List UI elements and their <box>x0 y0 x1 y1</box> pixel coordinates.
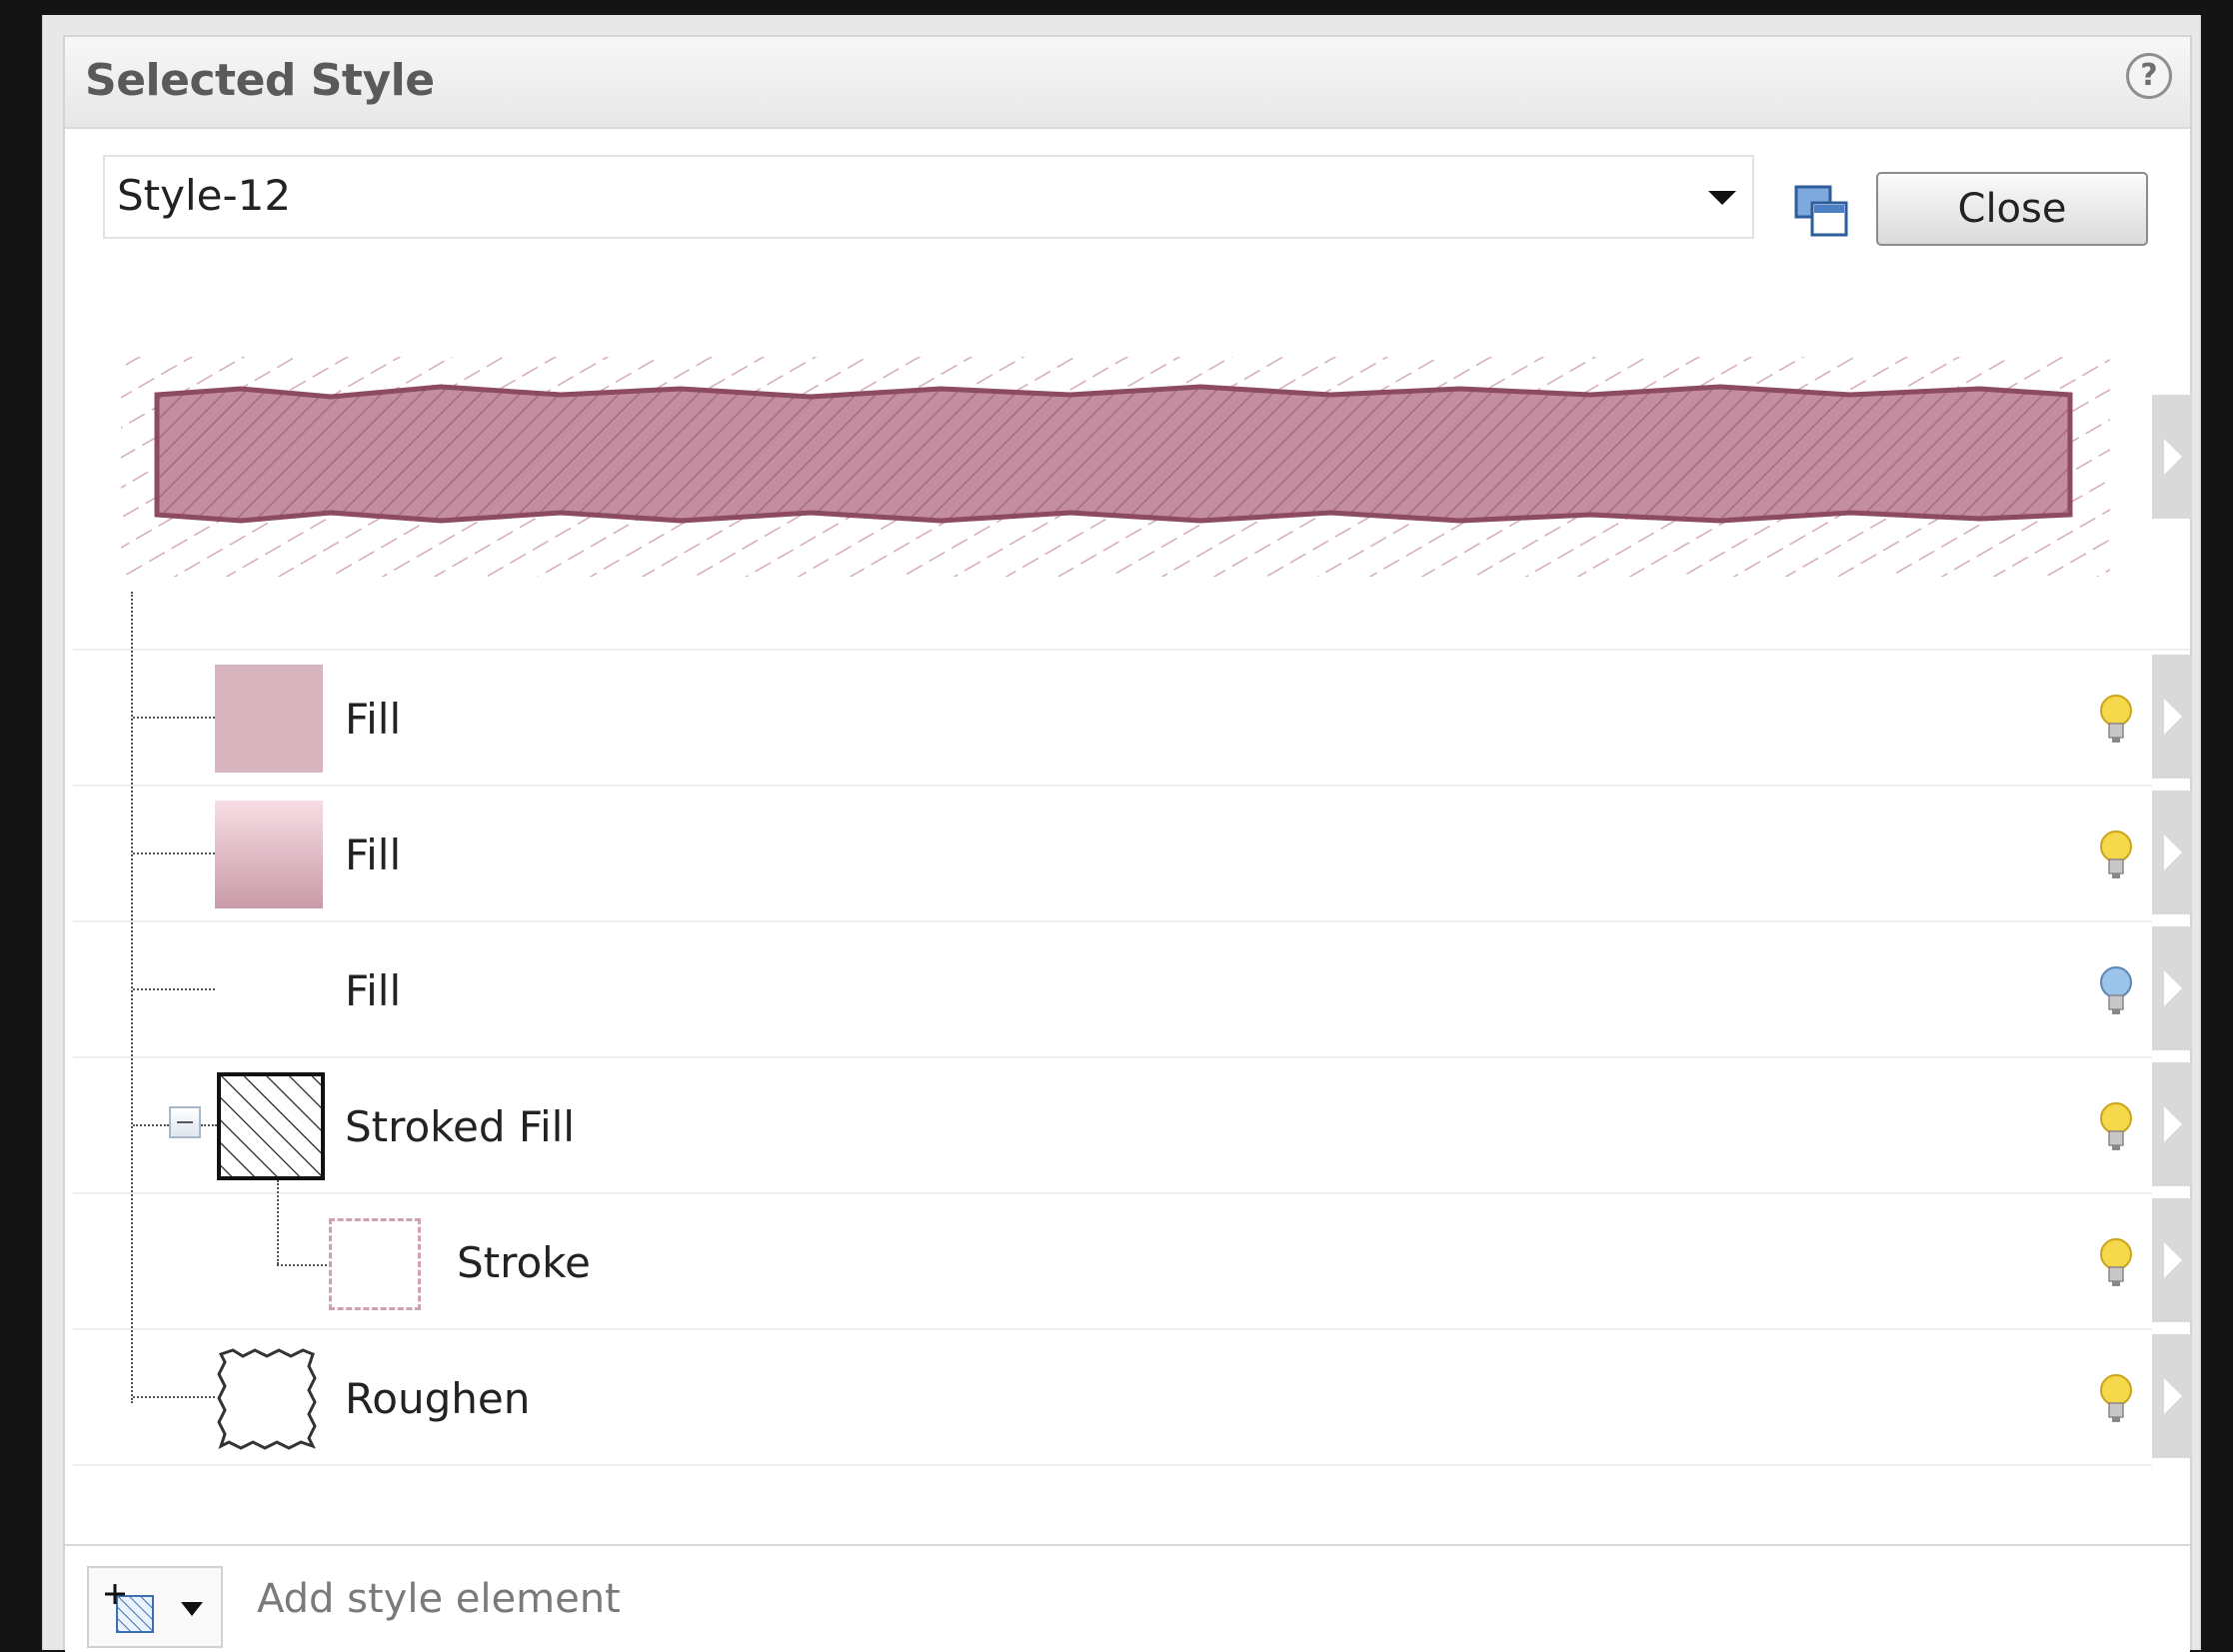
roughen-swatch <box>217 1348 317 1450</box>
element-label: Fill <box>345 695 402 744</box>
style-element-row[interactable]: Fill <box>73 787 2192 922</box>
row-expand-tab[interactable] <box>2152 1062 2192 1186</box>
element-label: Fill <box>345 830 402 879</box>
lightbulb-on-icon[interactable] <box>2096 1098 2136 1154</box>
tree-connector <box>133 1396 215 1398</box>
lightbulb-on-icon[interactable] <box>2096 826 2136 882</box>
element-label: Stroke <box>457 1238 591 1287</box>
panel-frame: Selected Style ? Style-12 Close Fill Fil… <box>42 15 2201 1652</box>
style-element-row[interactable]: Stroked Fill <box>73 1058 2192 1194</box>
tree-connector <box>133 852 215 854</box>
style-preview <box>121 357 2110 577</box>
style-element-row[interactable]: Roughen <box>73 1330 2192 1466</box>
element-label: Fill <box>345 966 402 1015</box>
style-element-row[interactable]: Stroke <box>73 1180 2192 1330</box>
chevron-right-icon <box>2164 699 2182 735</box>
row-expand-tab[interactable] <box>2152 1334 2192 1458</box>
chevron-down-icon[interactable] <box>181 1602 203 1616</box>
add-style-element-button[interactable] <box>87 1566 223 1648</box>
tree-connector <box>277 1180 279 1264</box>
chevron-right-icon <box>2164 1106 2182 1142</box>
style-element-row[interactable]: Fill <box>73 922 2192 1058</box>
close-button[interactable]: Close <box>1876 172 2148 246</box>
chevron-right-icon <box>2164 970 2182 1006</box>
tree-connector <box>133 1124 169 1126</box>
add-style-element-label[interactable]: Add style element <box>257 1576 621 1622</box>
hatched-fill-swatch <box>217 1072 325 1180</box>
element-label: Roughen <box>345 1374 531 1423</box>
row-expand-tab[interactable] <box>2152 791 2192 914</box>
lightbulb-on-icon[interactable] <box>2096 691 2136 747</box>
style-element-row[interactable]: Fill <box>73 651 2192 787</box>
row-expand-tab[interactable] <box>2152 1198 2192 1322</box>
panel-footer: Add style element <box>65 1544 2190 1652</box>
panel-header: Selected Style ? <box>65 37 2190 129</box>
tree-connector <box>133 988 215 990</box>
style-dropdown-value: Style-12 <box>117 171 292 220</box>
duplicate-style-icon[interactable] <box>1794 185 1850 241</box>
solid-fill-swatch <box>215 665 323 773</box>
chevron-right-icon <box>2164 834 2182 870</box>
row-expand-tab[interactable] <box>2152 655 2192 779</box>
lightbulb-on-icon[interactable] <box>2096 1370 2136 1426</box>
chevron-right-icon <box>2164 1378 2182 1414</box>
gradient-fill-swatch <box>215 801 323 908</box>
chevron-right-icon <box>2164 1242 2182 1278</box>
tree-connector <box>133 717 215 719</box>
element-label: Stroked Fill <box>345 1102 575 1151</box>
panel-title: Selected Style <box>85 55 435 106</box>
style-dropdown[interactable]: Style-12 <box>103 155 1754 239</box>
row-expand-tab[interactable] <box>2152 926 2192 1050</box>
lightbulb-on-icon[interactable] <box>2096 1234 2136 1290</box>
selected-style-panel: Selected Style ? Style-12 Close Fill Fil… <box>63 35 2192 1652</box>
add-element-icon <box>105 1584 154 1633</box>
lightbulb-off-icon[interactable] <box>2096 962 2136 1018</box>
tree-connector <box>277 1264 327 1266</box>
collapse-icon[interactable] <box>169 1106 201 1138</box>
chevron-down-icon[interactable] <box>1708 191 1736 205</box>
stroke-swatch <box>329 1218 421 1310</box>
tree-connector <box>201 1124 217 1126</box>
help-icon[interactable]: ? <box>2126 53 2172 99</box>
chevron-right-icon <box>2164 439 2182 475</box>
preview-expand-tab[interactable] <box>2152 395 2192 519</box>
